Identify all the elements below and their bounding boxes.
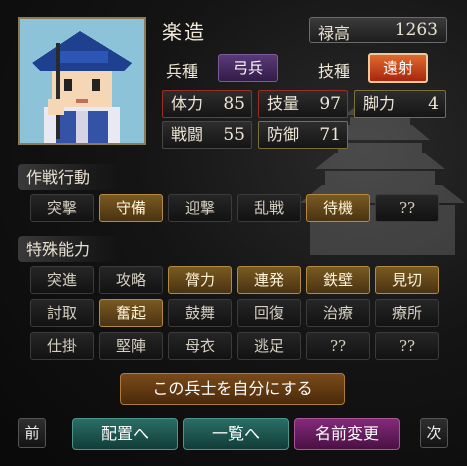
ability-button[interactable]: 療所: [375, 299, 439, 327]
stat-skill-label: 技量: [267, 94, 300, 113]
next-button[interactable]: 次: [420, 418, 448, 448]
stat-skill-value: 97: [319, 94, 341, 114]
salary-box: 禄高 1263: [309, 17, 447, 43]
ability-button[interactable]: 攻略: [99, 266, 163, 294]
stat-combat-label: 戦闘: [171, 125, 204, 144]
ability-button[interactable]: 突進: [30, 266, 94, 294]
stat-skill: 技量 97: [258, 90, 348, 118]
tactic-button-standby[interactable]: 待機: [306, 194, 370, 222]
ability-button[interactable]: 母衣: [168, 332, 232, 360]
abilities-section-title: 特殊能力: [18, 236, 121, 262]
ability-button[interactable]: 鼓舞: [168, 299, 232, 327]
tactic-button-charge[interactable]: 突撃: [30, 194, 94, 222]
stat-defense-value: 71: [319, 125, 341, 145]
salary-value: 1263: [394, 20, 438, 40]
stat-combat: 戦闘 55: [162, 121, 252, 149]
ability-button[interactable]: 討取: [30, 299, 94, 327]
ability-button[interactable]: 堅陣: [99, 332, 163, 360]
salary-label: 禄高: [318, 24, 351, 43]
soldier-portrait: [18, 17, 146, 145]
stat-leg: 脚力 4: [354, 90, 446, 118]
stat-strength: 体力 85: [162, 90, 252, 118]
make-own-button[interactable]: この兵士を自分にする: [120, 373, 345, 405]
skill-type-value: 遠射: [368, 53, 428, 83]
tactic-button-defend[interactable]: 守備: [99, 194, 163, 222]
tactic-button-melee[interactable]: 乱戦: [237, 194, 301, 222]
ability-button[interactable]: 仕掛: [30, 332, 94, 360]
ability-button[interactable]: ??: [306, 332, 370, 360]
ability-button[interactable]: 見切: [375, 266, 439, 294]
stat-combat-value: 55: [223, 125, 245, 145]
troop-type-value: 弓兵: [218, 54, 278, 82]
ability-button[interactable]: 治療: [306, 299, 370, 327]
ability-button[interactable]: ??: [375, 332, 439, 360]
soldier-status-panel: 楽造 禄高 1263 兵種 弓兵 技種 遠射 体力 85 技量 97 脚力 4 …: [0, 0, 467, 466]
prev-button[interactable]: 前: [18, 418, 46, 448]
troop-type-label: 兵種: [166, 62, 199, 81]
skill-type-label: 技種: [318, 62, 351, 81]
soldier-name: 楽造: [162, 20, 206, 44]
stat-defense: 防御 71: [258, 121, 348, 149]
rename-button[interactable]: 名前変更: [294, 418, 400, 450]
stat-defense-label: 防御: [267, 125, 300, 144]
stat-strength-value: 85: [223, 94, 245, 114]
ability-button[interactable]: 連発: [237, 266, 301, 294]
stat-leg-value: 4: [428, 94, 439, 114]
ability-button[interactable]: 回復: [237, 299, 301, 327]
ability-button[interactable]: 奮起: [99, 299, 163, 327]
tactics-section-title: 作戦行動: [18, 164, 121, 190]
deploy-button[interactable]: 配置へ: [72, 418, 178, 450]
ability-button[interactable]: 鉄壁: [306, 266, 370, 294]
tactic-button-unknown[interactable]: ??: [375, 194, 439, 222]
tactic-button-intercept[interactable]: 迎撃: [168, 194, 232, 222]
stat-strength-label: 体力: [171, 94, 204, 113]
list-button[interactable]: 一覧へ: [183, 418, 289, 450]
ability-button[interactable]: 膂力: [168, 266, 232, 294]
pixel-soldier-archer-portrait-icon: [20, 19, 144, 143]
stat-leg-label: 脚力: [363, 94, 396, 113]
ability-button[interactable]: 逃足: [237, 332, 301, 360]
